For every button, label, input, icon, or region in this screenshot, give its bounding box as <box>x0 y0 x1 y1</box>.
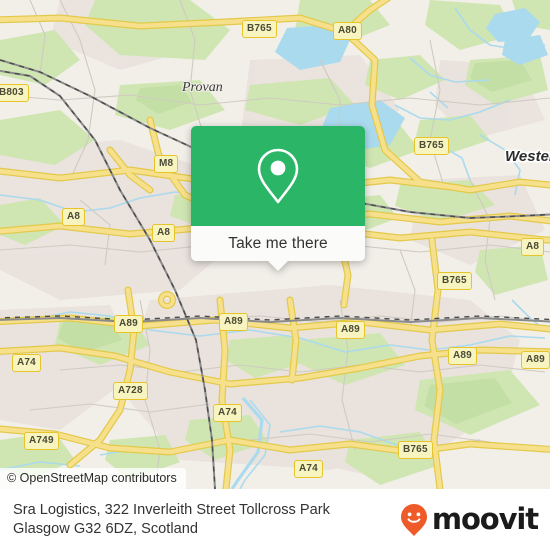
road-shield: B803 <box>0 84 29 102</box>
moovit-smiley-pin-icon <box>400 503 427 536</box>
road-shield: A8 <box>62 208 86 226</box>
road-shield: A89 <box>114 315 143 333</box>
road-shield: A74 <box>294 460 323 478</box>
road-shield: A89 <box>448 347 477 365</box>
take-me-there-label: Take me there <box>228 234 328 252</box>
moovit-logo[interactable]: moovit <box>399 502 539 537</box>
location-address: Sra Logistics, 322 Inverleith Street Tol… <box>13 501 330 539</box>
map-attribution[interactable]: © OpenStreetMap contributors <box>0 468 186 489</box>
map-marker-popup[interactable]: Take me there <box>191 126 365 271</box>
popup-pointer <box>267 260 289 271</box>
map-canvas[interactable]: Provan Westerh B803 B765 A80 B765 M8 A8 … <box>0 0 550 489</box>
road-shield: A89 <box>219 313 248 331</box>
road-shield: A80 <box>333 22 362 40</box>
take-me-there-button[interactable]: Take me there <box>191 226 365 261</box>
address-line-1: Sra Logistics, 322 Inverleith Street Tol… <box>13 501 330 518</box>
road-shield: A89 <box>521 351 550 369</box>
road-shield: B765 <box>398 441 433 459</box>
moovit-map-screenshot: Provan Westerh B803 B765 A80 B765 M8 A8 … <box>0 0 550 550</box>
road-shield: A74 <box>12 354 41 372</box>
road-shield: A8 <box>152 224 176 242</box>
road-shield: B765 <box>437 272 472 290</box>
map-pin-icon <box>257 148 299 204</box>
road-shield: A74 <box>213 404 242 422</box>
road-shield: M8 <box>154 155 179 173</box>
road-shield: B765 <box>242 20 277 38</box>
road-shield: A8 <box>521 238 545 256</box>
road-shield: A749 <box>24 432 59 450</box>
popup-header <box>191 126 365 226</box>
place-label-westerhouse: Westerh <box>505 148 550 165</box>
road-shield: B765 <box>414 137 449 155</box>
road-shield: A728 <box>113 382 148 400</box>
place-label-provan: Provan <box>182 80 223 95</box>
moovit-wordmark: moovit <box>431 502 539 536</box>
footer-bar: Sra Logistics, 322 Inverleith Street Tol… <box>0 489 550 550</box>
road-shield: A89 <box>336 321 365 339</box>
address-line-2: Glasgow G32 6DZ, Scotland <box>13 520 198 537</box>
